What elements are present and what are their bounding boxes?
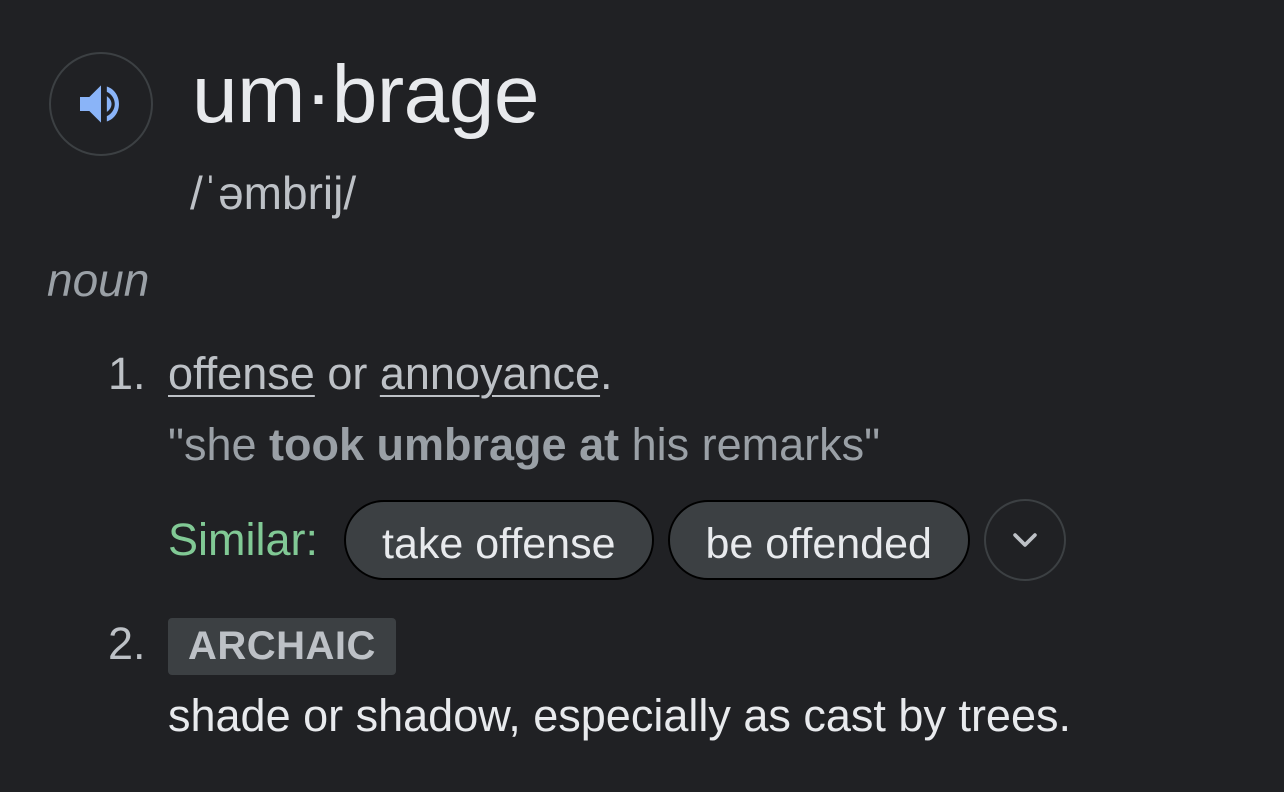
sense-number: 2.: [108, 618, 146, 669]
similar-label: Similar:: [168, 514, 319, 565]
chip-label: take offense: [382, 519, 616, 568]
register-label: ARCHAIC: [168, 618, 396, 675]
expand-similar-button[interactable]: [983, 499, 1066, 581]
phonetic-transcription: /ˈəmbrij/: [190, 167, 357, 219]
example-text-open: "she: [168, 419, 270, 470]
similar-chip-be-offended[interactable]: be offended: [667, 500, 970, 580]
sense-definition: offense or annoyance.: [168, 344, 613, 404]
similar-words-row: Similar: take offense be offended: [168, 498, 1066, 582]
pronunciation-audio-button[interactable]: [49, 52, 153, 156]
definition-link-annoyance[interactable]: annoyance: [380, 348, 600, 399]
chevron-down-icon: [1013, 533, 1037, 547]
definition-end: .: [600, 348, 613, 399]
similar-chip-take-offense[interactable]: take offense: [344, 500, 654, 580]
example-text-close: his remarks": [619, 419, 881, 470]
definition-connector: or: [314, 348, 380, 399]
definition-link-offense[interactable]: offense: [168, 348, 315, 399]
part-of-speech: noun: [47, 254, 150, 306]
sense-definition: shade or shadow, especially as cast by t…: [168, 690, 1071, 741]
chip-label: be offended: [705, 519, 932, 568]
sense-number: 1.: [108, 348, 146, 399]
speaker-icon: [80, 85, 119, 123]
usage-example: "she took umbrage at his remarks": [168, 415, 880, 475]
headword: um·brage: [192, 49, 539, 140]
example-text-bold: took umbrage at: [269, 419, 620, 470]
